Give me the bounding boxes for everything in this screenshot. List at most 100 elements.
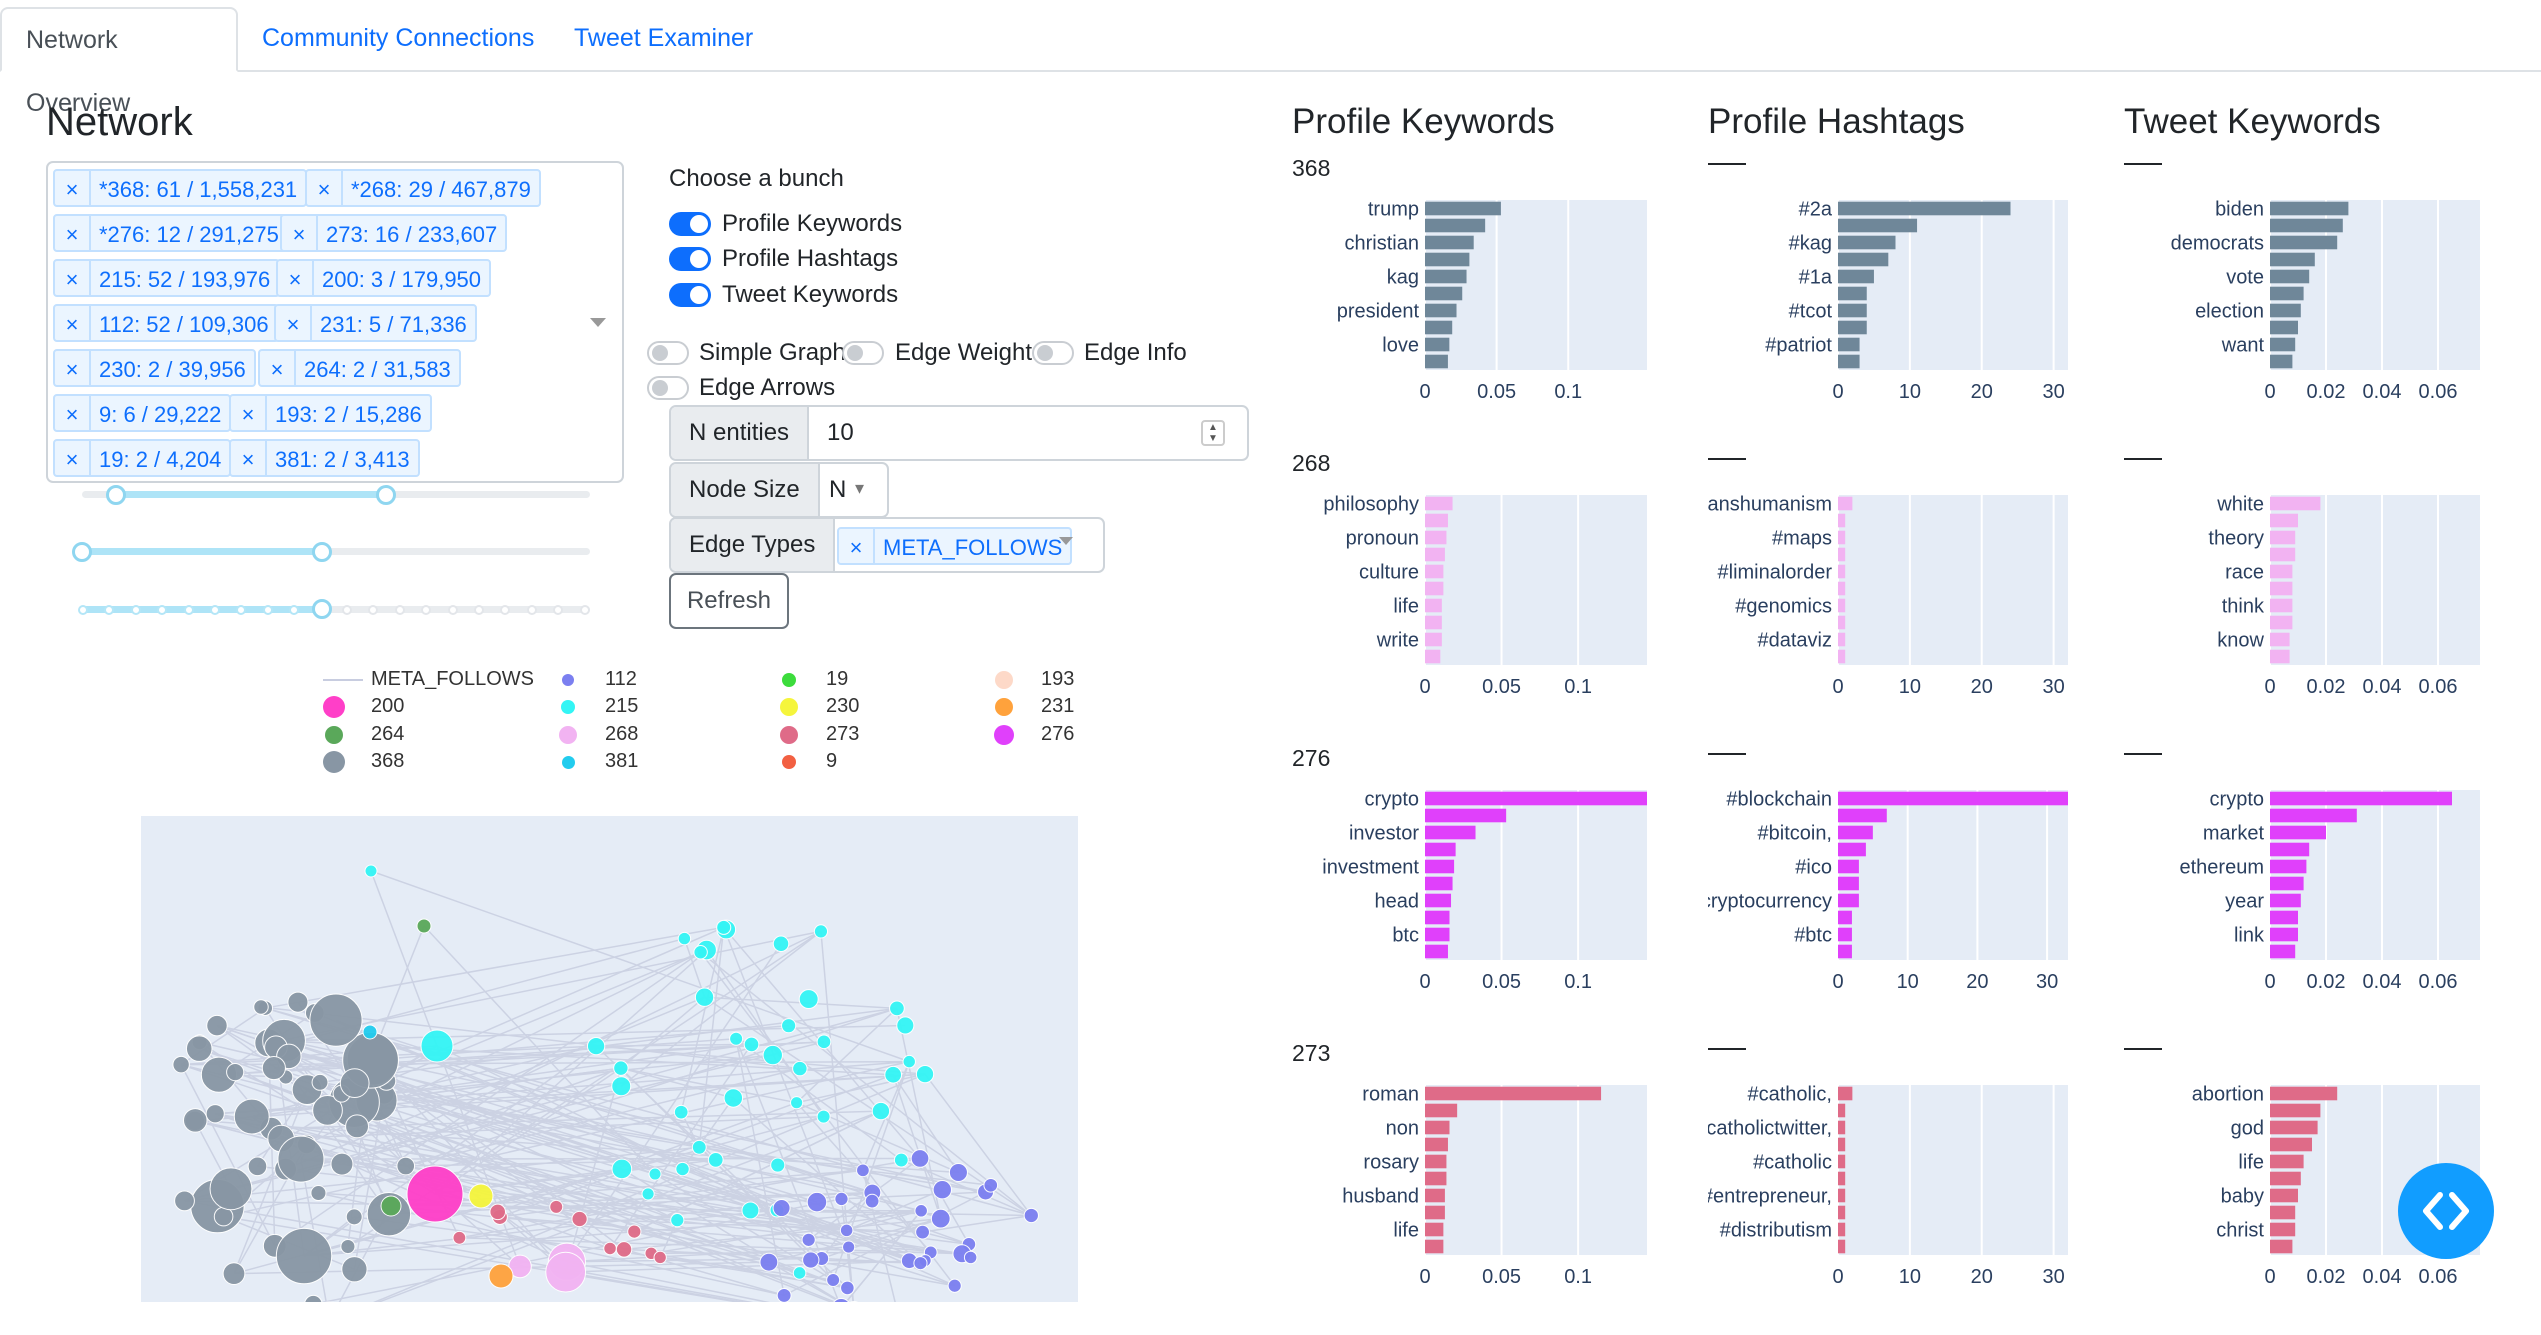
bar[interactable] — [1425, 548, 1445, 562]
legend-label[interactable]: 268 — [605, 723, 638, 746]
bar[interactable] — [2270, 809, 2357, 823]
graph-node[interactable] — [916, 1225, 930, 1239]
bar[interactable] — [1838, 287, 1867, 301]
close-icon[interactable]: × — [278, 261, 314, 295]
bar[interactable] — [2270, 202, 2348, 216]
bar[interactable] — [1838, 633, 1845, 647]
graph-node[interactable] — [365, 865, 377, 877]
bar[interactable] — [1838, 792, 2068, 806]
close-icon[interactable]: × — [260, 351, 296, 385]
graph-node[interactable] — [802, 1233, 815, 1246]
bar[interactable] — [2270, 911, 2298, 925]
bar[interactable] — [2270, 287, 2304, 301]
community-chip[interactable]: ×*368: 61 / 1,558,231 — [53, 169, 307, 207]
toggle-edge-weight[interactable] — [842, 341, 884, 365]
bar[interactable] — [1425, 1223, 1443, 1237]
toggle-tweet-keywords[interactable] — [669, 283, 711, 307]
close-icon[interactable]: × — [276, 306, 312, 340]
graph-node[interactable] — [184, 1109, 208, 1133]
graph-node[interactable] — [310, 994, 362, 1046]
legend-label[interactable]: 273 — [826, 723, 859, 746]
bar[interactable] — [2270, 338, 2295, 352]
bar[interactable] — [1838, 270, 1874, 284]
node-size-select[interactable]: N — [829, 464, 846, 516]
graph-node[interactable] — [227, 1064, 244, 1081]
bar[interactable] — [1838, 253, 1888, 267]
keyword-bar-chart[interactable]: 00.050.1philosophypronounculturelifewrit… — [1292, 495, 1712, 745]
bar[interactable] — [1838, 514, 1845, 528]
bar[interactable] — [2270, 1206, 2295, 1220]
bar[interactable] — [2270, 616, 2292, 630]
network-graph[interactable] — [141, 816, 1078, 1302]
toggle-edge-arrows[interactable] — [647, 376, 689, 400]
graph-node[interactable] — [312, 1074, 328, 1090]
graph-node[interactable] — [407, 1166, 463, 1222]
graph-node[interactable] — [817, 1110, 830, 1123]
community-chip[interactable]: ×19: 2 / 4,204 — [53, 439, 231, 477]
graph-node[interactable] — [649, 1168, 661, 1180]
graph-node[interactable] — [791, 1097, 803, 1109]
legend-label[interactable]: 381 — [605, 750, 638, 773]
graph-node[interactable] — [612, 1077, 631, 1096]
graph-node[interactable] — [692, 1140, 706, 1154]
bar[interactable] — [1838, 304, 1867, 318]
community-chip[interactable]: ×381: 2 / 3,413 — [229, 439, 420, 477]
graph-node[interactable] — [490, 1204, 506, 1220]
bar[interactable] — [1425, 321, 1452, 335]
graph-node[interactable] — [341, 1239, 355, 1253]
graph-node[interactable] — [207, 1015, 227, 1035]
close-icon[interactable]: × — [231, 396, 267, 430]
graph-node[interactable] — [742, 1202, 759, 1219]
keyword-bar-chart[interactable]: 00.050.1romannonrosaryhusbandlife — [1292, 1085, 1712, 1335]
bar[interactable] — [2270, 497, 2320, 511]
bar[interactable] — [1838, 219, 1917, 233]
close-icon[interactable]: × — [55, 216, 91, 250]
bar[interactable] — [1838, 877, 1859, 891]
legend-label[interactable]: 193 — [1041, 668, 1074, 691]
graph-node[interactable] — [695, 988, 713, 1006]
graph-node[interactable] — [546, 1252, 586, 1292]
bar[interactable] — [1425, 1240, 1443, 1254]
bar[interactable] — [1838, 860, 1859, 874]
bar[interactable] — [1425, 565, 1443, 579]
graph-node[interactable] — [311, 1185, 326, 1200]
bar[interactable] — [2270, 1138, 2312, 1152]
bar[interactable] — [2270, 514, 2298, 528]
step-slider-handle[interactable] — [312, 599, 332, 619]
graph-node[interactable] — [340, 1069, 369, 1098]
graph-node[interactable] — [911, 1150, 929, 1168]
bar[interactable] — [1425, 1087, 1601, 1101]
bar[interactable] — [1425, 1104, 1457, 1118]
bar[interactable] — [2270, 219, 2343, 233]
bar[interactable] — [2270, 531, 2295, 545]
bar[interactable] — [2270, 894, 2301, 908]
range-slider-2-handle-max[interactable] — [312, 542, 332, 562]
bar[interactable] — [2270, 270, 2309, 284]
graph-node[interactable] — [724, 1089, 742, 1107]
graph-node[interactable] — [262, 1056, 285, 1079]
graph-node[interactable] — [363, 1025, 377, 1039]
refresh-button[interactable]: Refresh — [669, 573, 789, 629]
dev-tools-button[interactable] — [2398, 1163, 2494, 1259]
community-chip[interactable]: ×273: 16 / 233,607 — [280, 214, 507, 252]
bar[interactable] — [1425, 792, 1647, 806]
legend-label[interactable]: 19 — [826, 668, 848, 691]
keyword-bar-chart[interactable]: 00.050.1cryptoinvestorinvestmentheadbtc — [1292, 790, 1712, 1040]
bar[interactable] — [1838, 911, 1852, 925]
bar[interactable] — [1425, 599, 1442, 613]
toggle-profile-hashtags[interactable] — [669, 247, 711, 271]
bar[interactable] — [1425, 911, 1449, 925]
bar[interactable] — [2270, 877, 2304, 891]
bar[interactable] — [2270, 355, 2292, 369]
bar[interactable] — [1425, 633, 1442, 647]
graph-node[interactable] — [872, 1102, 889, 1119]
graph-node[interactable] — [799, 990, 818, 1009]
community-chip[interactable]: ×193: 2 / 15,286 — [229, 394, 432, 432]
bar[interactable] — [2270, 633, 2290, 647]
range-slider-1-handle-min[interactable] — [106, 485, 126, 505]
bar[interactable] — [1425, 514, 1448, 528]
graph-node[interactable] — [346, 1209, 362, 1225]
graph-node[interactable] — [453, 1231, 466, 1244]
graph-node[interactable] — [885, 1066, 902, 1083]
keyword-bar-chart[interactable]: 00.050.1trumpchristiankagpresidentlove — [1292, 200, 1712, 450]
